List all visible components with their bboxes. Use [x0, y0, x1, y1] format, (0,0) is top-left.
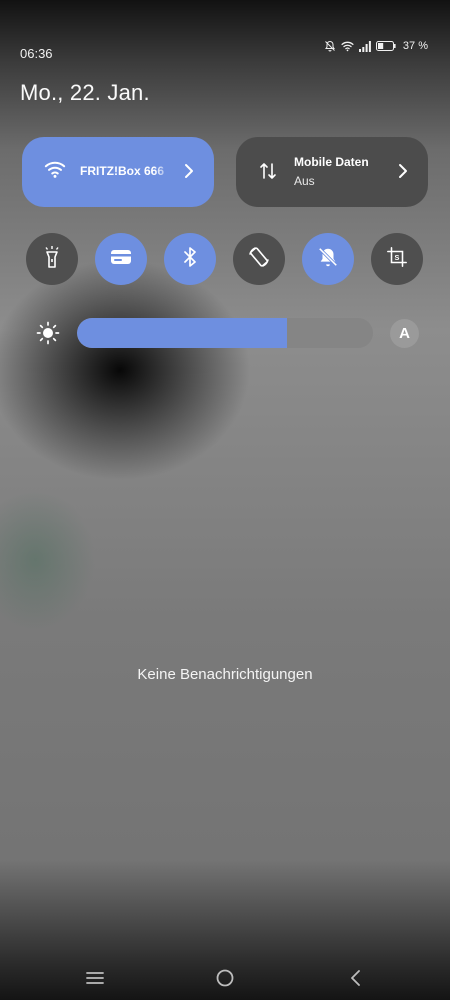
mobile-data-label: Mobile Daten	[294, 155, 369, 169]
back-button[interactable]	[335, 965, 375, 995]
status-icons: 37 %	[324, 40, 428, 52]
wifi-icon	[341, 40, 354, 52]
data-arrows-icon	[258, 161, 278, 186]
quick-toggles: S	[26, 233, 424, 285]
brightness-icon	[36, 321, 60, 350]
screenshot-toggle[interactable]: S	[371, 233, 423, 285]
date: Mo., 22. Jan.	[20, 80, 150, 105]
flashlight-icon	[42, 245, 62, 274]
rotate-icon	[247, 245, 271, 274]
wifi-icon	[44, 159, 66, 184]
signal-icon	[358, 40, 371, 52]
brightness-slider-fill	[77, 318, 288, 348]
clock: 06:36	[20, 46, 53, 61]
back-icon	[349, 969, 361, 991]
brightness-slider[interactable]	[77, 318, 373, 348]
mobile-data-status: Aus	[294, 174, 315, 188]
battery-percent: 37 %	[402, 40, 428, 52]
bluetooth-icon	[182, 246, 198, 273]
screenshot-crop-icon: S	[386, 246, 408, 273]
home-icon	[216, 969, 234, 992]
chevron-right-icon[interactable]	[398, 163, 408, 184]
battery-icon	[375, 41, 396, 51]
svg-text:S: S	[395, 253, 400, 262]
wallet-icon	[110, 248, 132, 271]
empty-notifications-text: Keine Benachrichtigungen	[137, 666, 313, 683]
menu-icon	[86, 971, 104, 990]
bluetooth-toggle[interactable]	[164, 233, 216, 285]
bell-off-icon	[317, 246, 339, 273]
wifi-tile[interactable]: FRITZ!Box 666	[22, 137, 214, 207]
flashlight-toggle[interactable]	[26, 233, 78, 285]
recents-button[interactable]	[75, 965, 115, 995]
silent-mode-toggle[interactable]	[302, 233, 354, 285]
chevron-right-icon[interactable]	[184, 163, 194, 184]
wifi-network-name: FRITZ!Box 666	[80, 164, 172, 178]
notifications-off-icon	[324, 40, 336, 52]
home-button[interactable]	[205, 965, 245, 995]
status-bar: 06:36 37 %	[0, 40, 450, 61]
navigation-bar	[0, 965, 450, 995]
wallet-toggle[interactable]	[95, 233, 147, 285]
auto-brightness-button[interactable]: A	[390, 319, 419, 348]
mobile-data-tile[interactable]: Mobile Daten Aus	[236, 137, 428, 207]
auto-rotate-toggle[interactable]	[233, 233, 285, 285]
